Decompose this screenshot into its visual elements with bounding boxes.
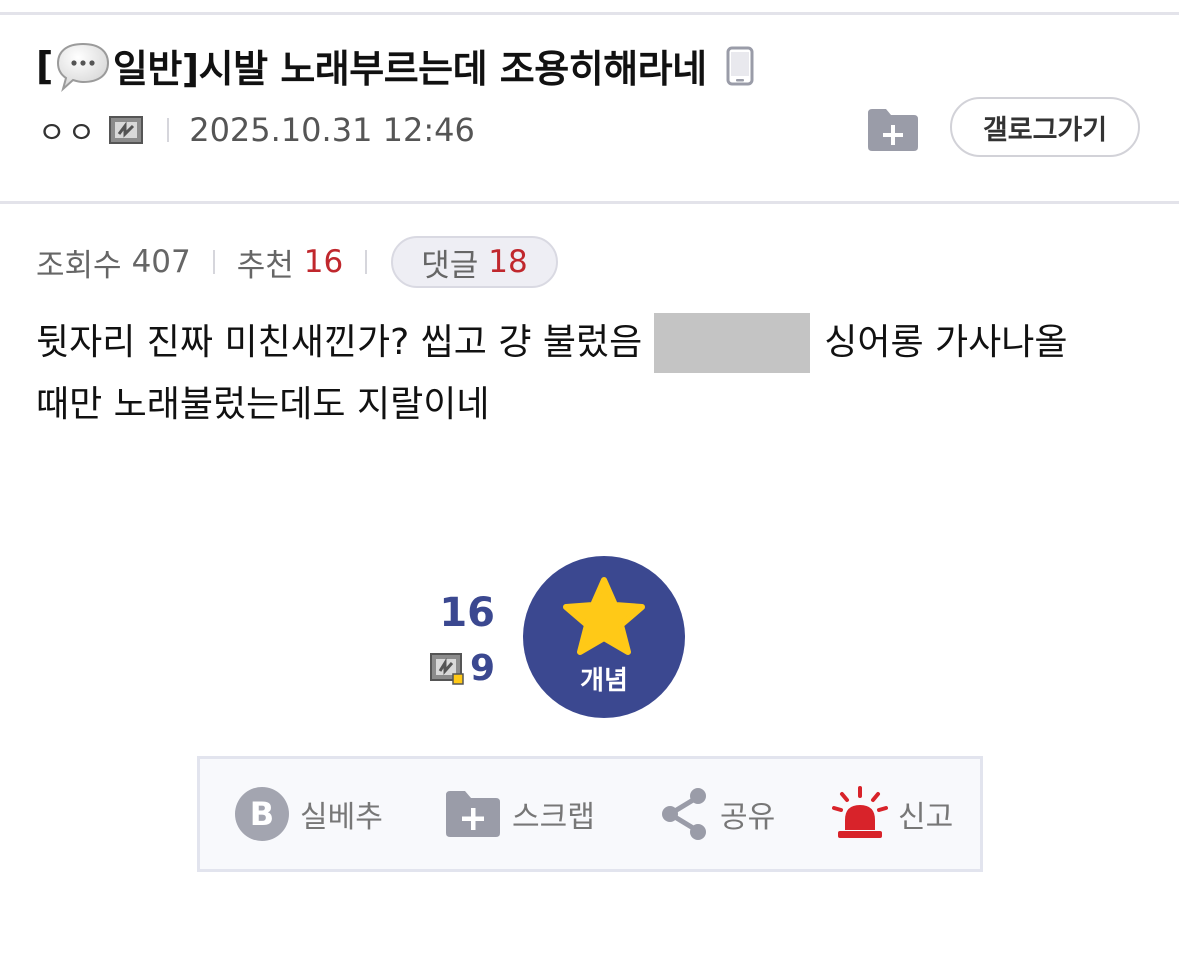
recommend-count: 16 xyxy=(439,590,495,636)
mobile-icon xyxy=(726,46,754,85)
reco-label: 추천 xyxy=(236,247,294,284)
star-icon xyxy=(563,577,645,655)
comments-count: 18 xyxy=(488,244,528,280)
fixed-nick-icon xyxy=(429,652,464,685)
share-label: 공유 xyxy=(720,800,776,835)
views-label: 조회수 xyxy=(36,247,122,284)
meta-divider xyxy=(167,118,170,142)
report-label: 신고 xyxy=(898,800,954,835)
content-text: 뒷자리 진짜 미친새낀가? 씹고 걍 불렀음 xyxy=(36,322,643,363)
report-button[interactable]: 신고 xyxy=(832,759,953,869)
content-text: 싱어롱 가사나올 xyxy=(824,322,1068,363)
gallog-button[interactable]: 갤로그가기 xyxy=(950,97,1140,157)
reco-count: 16 xyxy=(303,244,344,280)
folder-add-icon[interactable] xyxy=(866,107,920,153)
best-recommend-label: 실베추 xyxy=(300,800,383,835)
header-divider xyxy=(0,201,1179,204)
comment-count-button[interactable]: 댓글 18 xyxy=(391,236,558,288)
share-button[interactable]: 공유 xyxy=(660,759,775,869)
post-title: [ 일반] 시발 노래부르는데 조용히해라네 xyxy=(36,38,755,93)
share-icon xyxy=(662,788,706,840)
speech-bubble-icon xyxy=(56,42,109,92)
action-bar: B 실베추 스크랩 공유 신고 xyxy=(197,756,983,872)
recommend-button[interactable]: 개념 xyxy=(523,556,685,718)
post-category: 일반] xyxy=(112,47,199,91)
post-title-text: 시발 노래부르는데 조용히해라네 xyxy=(198,47,707,91)
title-bracket: [ xyxy=(36,43,53,88)
fixed-recommend-count: 9 xyxy=(469,648,495,689)
b-circle-icon: B xyxy=(235,787,289,841)
views-count: 407 xyxy=(131,244,191,280)
stats-divider xyxy=(212,250,215,274)
post-stats: 조회수 407 추천 16 댓글 18 xyxy=(36,236,558,288)
svg-text:B: B xyxy=(250,795,274,833)
siren-icon xyxy=(832,786,888,838)
folder-plus-icon xyxy=(446,791,500,837)
stats-divider xyxy=(365,250,368,274)
recommend-label: 개념 xyxy=(580,666,628,696)
scrap-button[interactable]: 스크랩 xyxy=(444,759,595,869)
content-line: 뒷자리 진짜 미친새낀가? 씹고 걍 불렀음 싱어롱 가사나올 xyxy=(36,312,1146,374)
scrap-label: 스크랩 xyxy=(512,800,595,835)
post-meta: ㅇㅇ 2025.10.31 12:46 xyxy=(38,108,475,152)
fixed-nick-icon xyxy=(109,116,144,144)
post-date: 2025.10.31 12:46 xyxy=(189,111,475,149)
content-text: 때만 노래불렀는데도 지랄이네 xyxy=(36,384,490,425)
best-recommend-button[interactable]: B 실베추 xyxy=(234,759,383,869)
redacted-block xyxy=(654,313,811,373)
content-line: 때만 노래불렀는데도 지랄이네 xyxy=(36,374,1146,436)
fixed-recommend: 9 xyxy=(400,648,495,689)
post-content: 뒷자리 진짜 미친새낀가? 씹고 걍 불렀음 싱어롱 가사나올 때만 노래불렀는… xyxy=(36,312,1146,436)
comments-label: 댓글 xyxy=(421,247,479,284)
author-name[interactable]: ㅇㅇ xyxy=(38,108,97,152)
